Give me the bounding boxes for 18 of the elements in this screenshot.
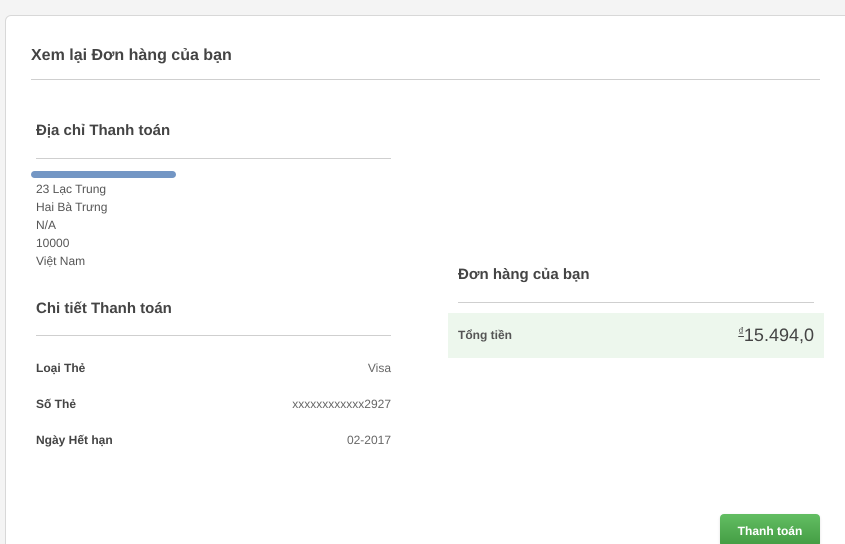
address-line: 23 Lạc Trung [36,180,106,198]
section-heading: Đơn hàng của bạn [458,265,590,285]
field-label: Số Thẻ [36,396,76,413]
address-line: 10000 [36,234,70,252]
address-line: N/A [36,216,56,234]
field-value: xxxxxxxxxxxx2927 [292,396,391,413]
total-amount: $^{₫}$15.494,0 [738,324,814,346]
checkout-button[interactable]: Thanh toán [720,514,820,544]
total-label: Tổng tiền [458,327,512,344]
page-title: Xem lại Đơn hàng của bạn [31,46,232,66]
field-value: Visa [368,360,391,377]
address-line: Việt Nam [36,252,86,270]
field-label: Ngày Hết hạn [36,432,113,449]
section-heading: Chi tiết Thanh toán [36,298,172,318]
address-line: Hai Bà Trưng [36,198,108,216]
field-value: 02-2017 [346,432,391,449]
section-heading: Địa chỉ Thanh toán [36,121,170,141]
field-label: Loại Thẻ [36,360,86,377]
